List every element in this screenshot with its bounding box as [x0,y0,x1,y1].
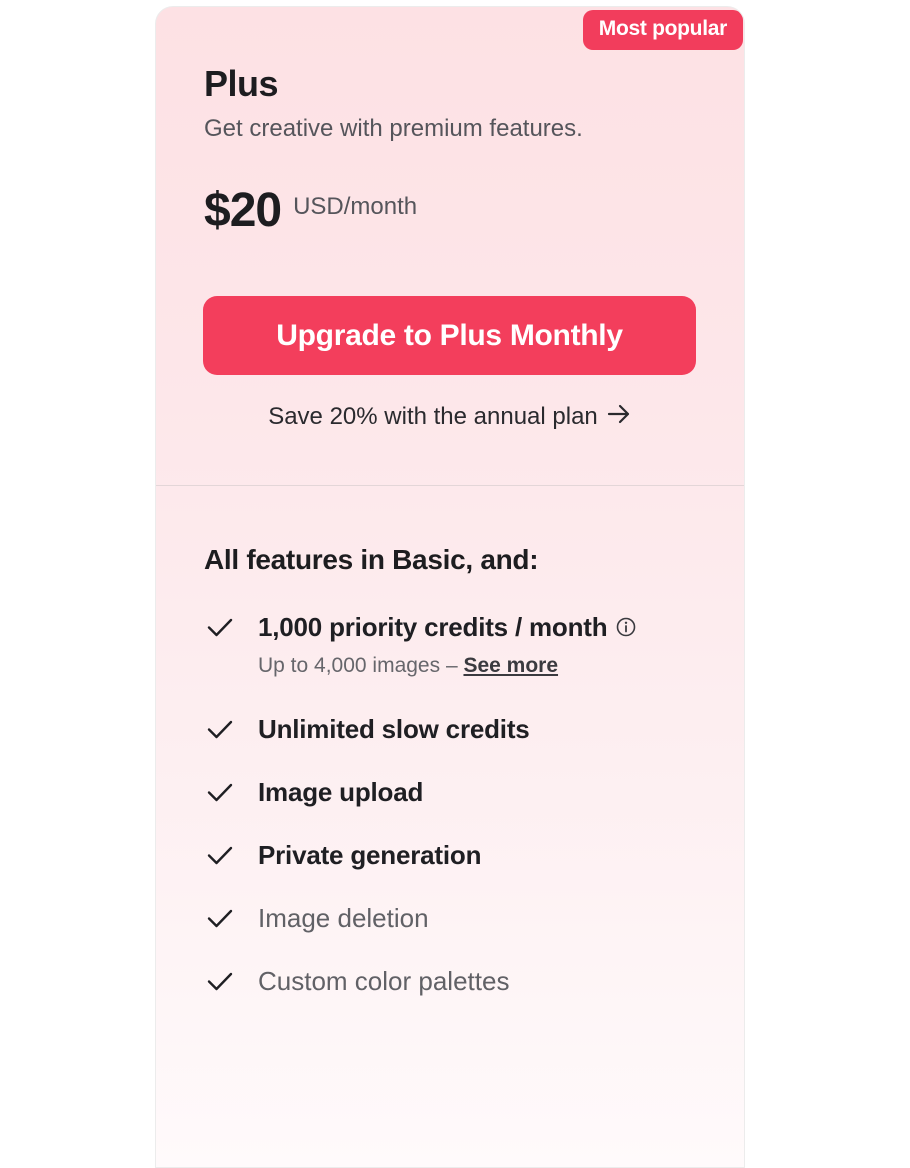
check-icon [207,972,233,991]
check-icon [207,909,233,928]
annual-plan-link[interactable]: Save 20% with the annual plan [156,403,744,432]
plan-name: Plus [204,63,279,104]
feature-label-text: 1,000 priority credits / month [258,612,608,642]
feature-item: Image deletion [204,902,429,934]
feature-item: Private generation [204,839,481,871]
arrow-right-icon [606,403,632,432]
feature-note-text: Up to 4,000 images – [258,654,464,677]
see-more-link[interactable]: See more [463,654,558,677]
info-icon[interactable] [615,616,637,638]
feature-item: Unlimited slow credits [204,713,530,745]
feature-item: Image upload [204,776,423,808]
feature-item: Custom color palettes [204,965,509,997]
feature-note: Up to 4,000 images – See more [258,654,558,678]
check-icon [207,783,233,802]
feature-label: Image deletion [258,903,429,933]
plan-subtitle: Get creative with premium features. [204,115,583,142]
price-row: $20 USD/month [204,183,417,238]
check-icon [207,618,233,637]
feature-label: Custom color palettes [258,966,510,996]
section-divider [156,485,744,486]
feature-label: Private generation [258,840,482,870]
price-unit: USD/month [293,193,418,220]
features-title: All features in Basic, and: [204,544,539,575]
feature-label: Image upload [258,777,424,807]
upgrade-button[interactable]: Upgrade to Plus Monthly [203,296,696,375]
feature-label: Unlimited slow credits [258,714,530,744]
annual-plan-link-label: Save 20% with the annual plan [268,403,598,430]
most-popular-badge: Most popular [582,10,743,50]
pricing-card-plus: Most popular Plus Get creative with prem… [155,6,745,1168]
price-amount: $20 [204,184,282,237]
check-icon [207,720,233,739]
feature-item: 1,000 priority credits / month [204,611,637,643]
feature-label: 1,000 priority credits / month [258,611,637,643]
check-icon [207,846,233,865]
